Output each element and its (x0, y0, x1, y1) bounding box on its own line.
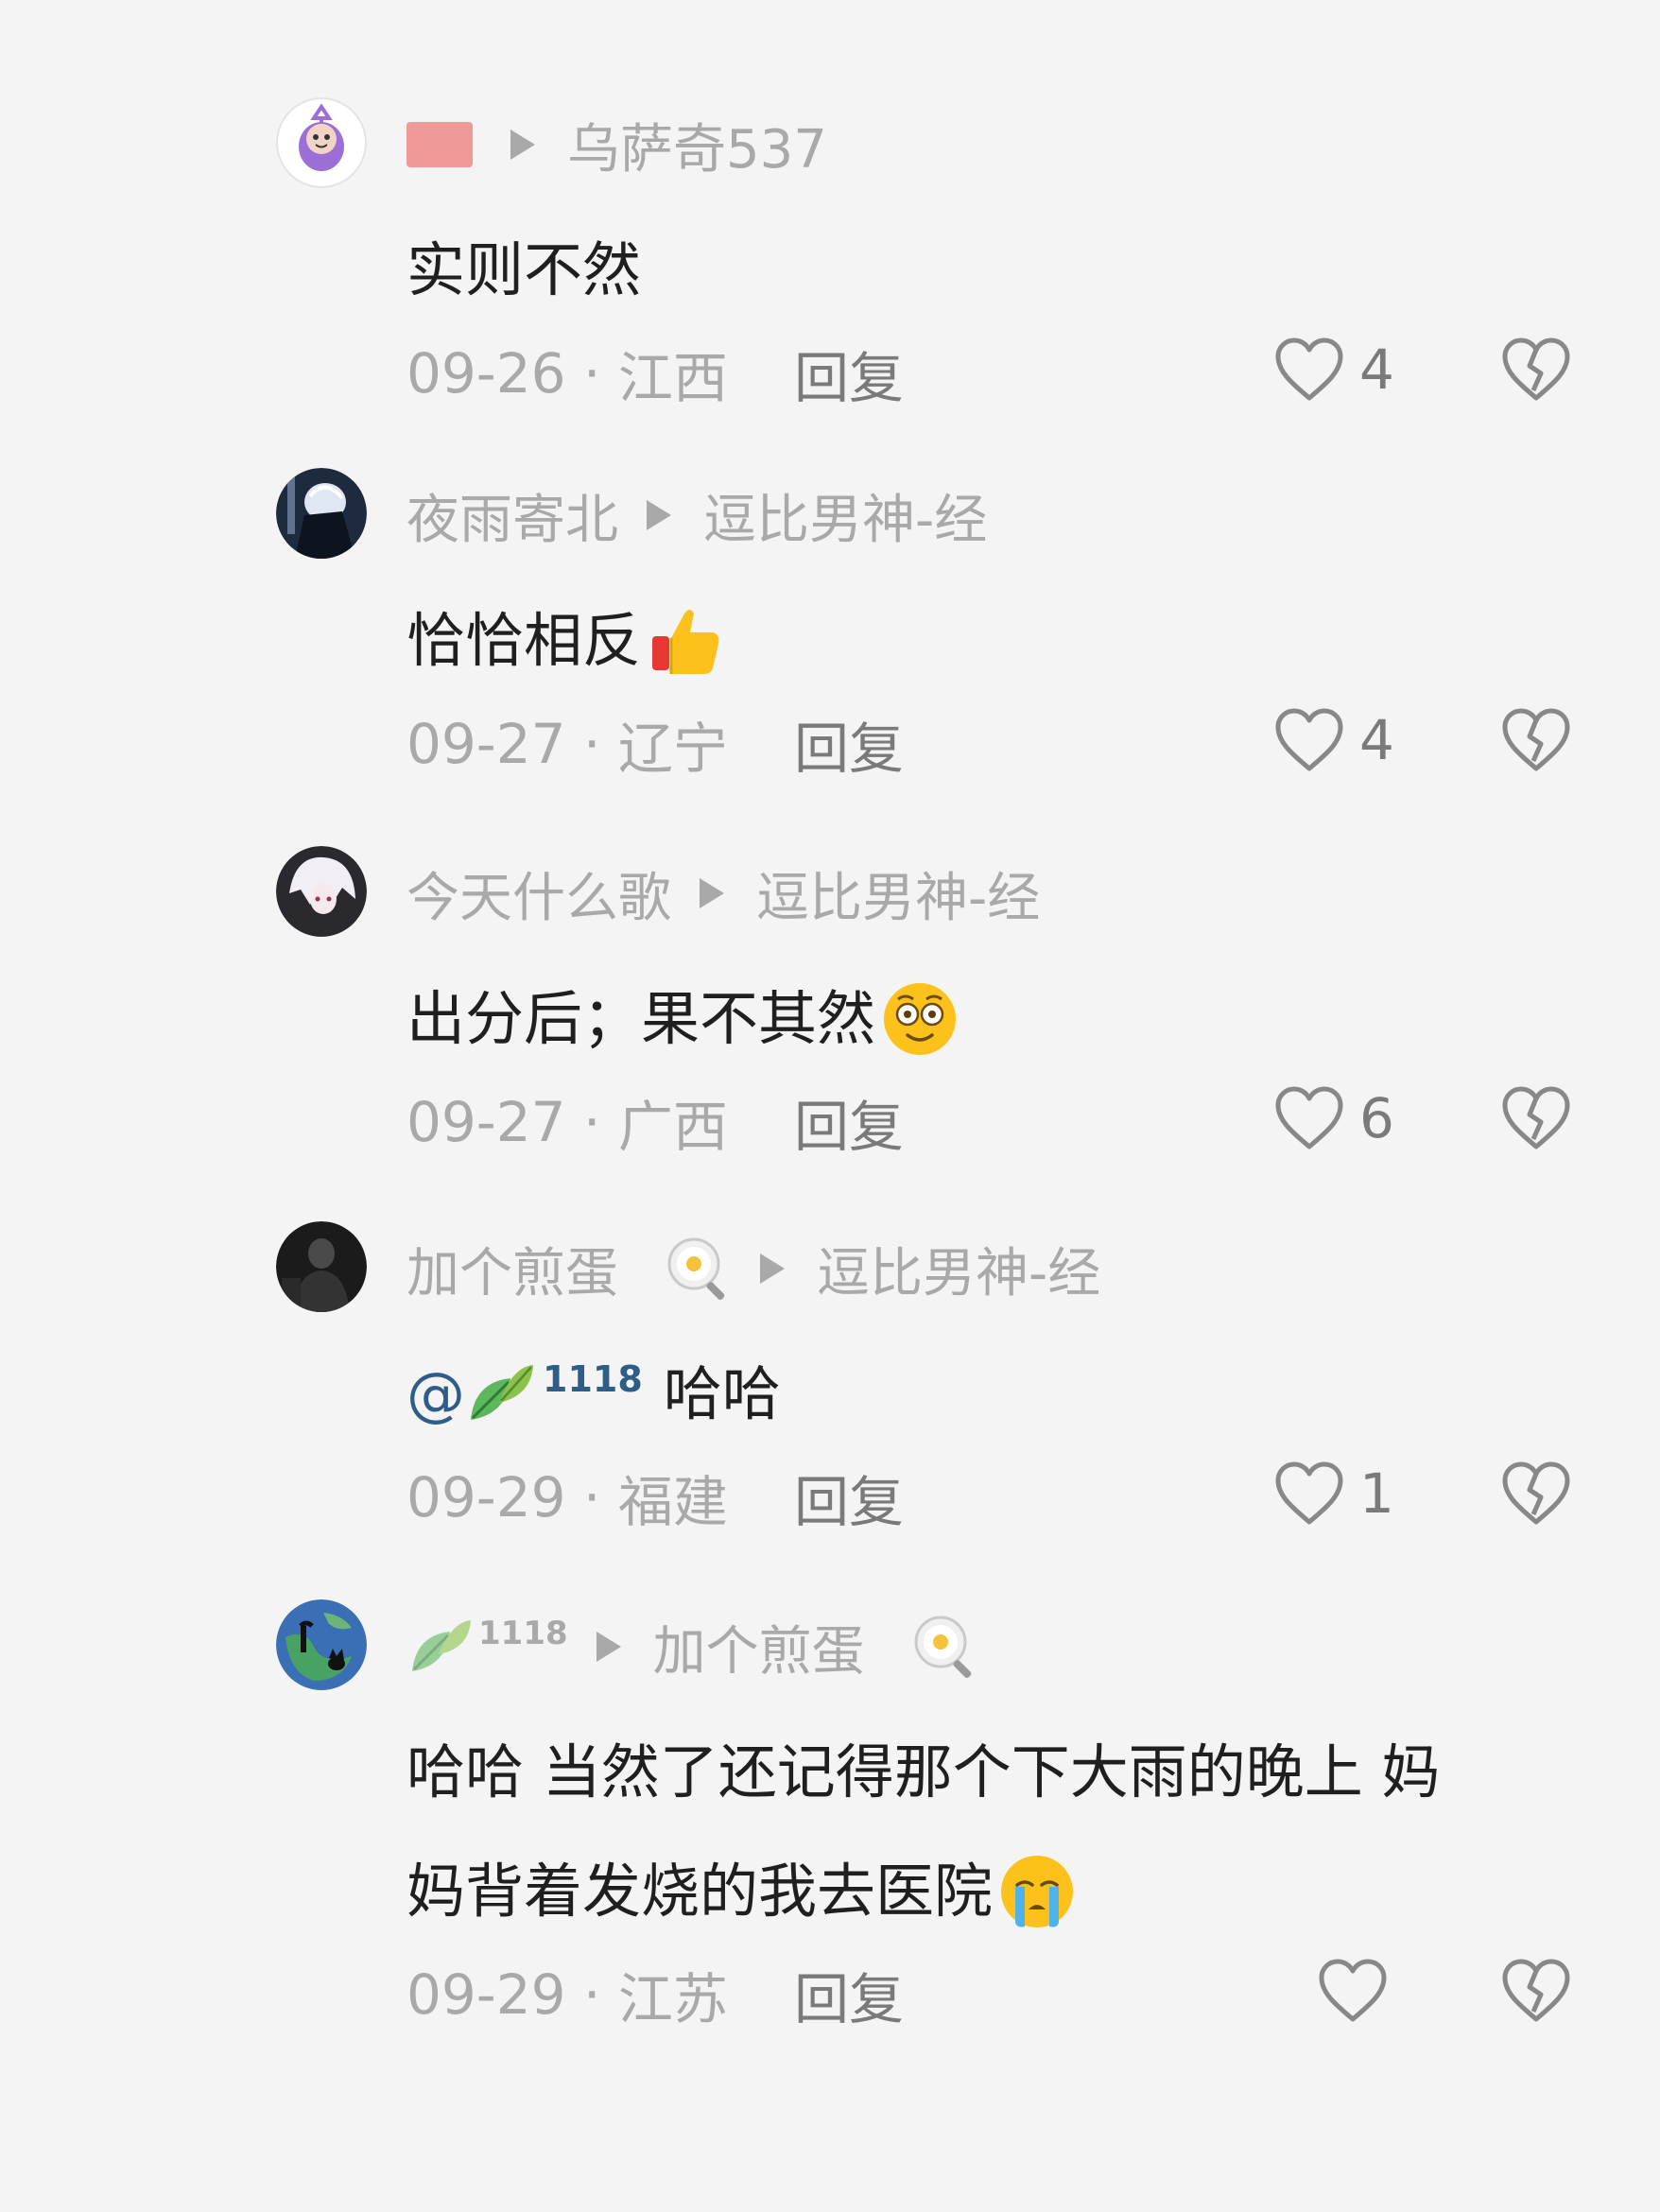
like-count: 4 (1359, 337, 1394, 402)
reply-arrow-icon (760, 1253, 785, 1284)
reply-arrow-icon (596, 1632, 621, 1662)
meta-separator: · (565, 341, 618, 406)
avatar[interactable] (276, 846, 367, 937)
heart-icon (1316, 1957, 1390, 2025)
avatar[interactable] (276, 1599, 367, 1690)
comment-date: 09-29 (406, 1962, 566, 2027)
broken-heart-icon[interactable] (1499, 336, 1573, 404)
comment-body: 恰恰相反 (406, 606, 642, 675)
reply-button[interactable]: 回复 (794, 1082, 904, 1162)
leaf-icon (406, 1616, 475, 1677)
blue-earth-cat-avatar-icon (276, 1599, 367, 1690)
comment-header: 夜雨寄北 逗比男神-经 (406, 481, 987, 551)
mention-at: @ (406, 1359, 465, 1428)
comment-text: 恰恰相反 (406, 581, 724, 700)
heart-icon (1272, 1084, 1346, 1152)
comment-body: 出分后；果不其然 (406, 984, 876, 1053)
comment-location: 福建 (617, 1470, 728, 1534)
fried-egg-pan-icon (666, 1236, 732, 1302)
comment-date: 09-27 (406, 1090, 566, 1154)
mention-number: 1118 (543, 1358, 643, 1400)
reply-to-username[interactable]: 逗比男神-经 (756, 855, 1040, 932)
comment-body-line-1: 哈哈 当然了还记得那个下大雨的晚上 妈 (406, 1737, 1441, 1806)
comment-header: 乌萨奇537 (406, 111, 827, 181)
user-mention[interactable]: @ 1118 (406, 1335, 664, 1454)
comment-body: 实则不然 (406, 235, 642, 304)
comment-date: 09-27 (406, 712, 566, 776)
broken-heart-icon[interactable] (1499, 1084, 1573, 1152)
meta-separator: · (565, 1465, 618, 1529)
thumbs-up-icon (647, 602, 724, 680)
comment-header: 加个煎蛋 逗比男神-经 (406, 1235, 1100, 1305)
comment-body: 哈哈 (663, 1359, 781, 1428)
fried-egg-pan-icon (912, 1614, 978, 1680)
dark-anime-avatar-icon (276, 468, 367, 559)
comment-body-line-2: 妈背着发烧的我去医院 (406, 1832, 1579, 1951)
reply-button[interactable]: 回复 (794, 1458, 904, 1537)
comment-header: 今天什么歌 逗比男神-经 (406, 859, 1040, 929)
like-count: 4 (1359, 708, 1394, 772)
author-username[interactable]: 夜雨寄北 (406, 477, 618, 554)
meta-separator: · (565, 1090, 618, 1154)
dark-figure-avatar-icon (276, 1221, 367, 1312)
avatar[interactable] (276, 468, 367, 559)
heart-icon (1272, 706, 1346, 774)
broken-heart-icon[interactable] (1499, 1957, 1573, 2025)
comment-meta: 09-29 · 江苏 (406, 1955, 728, 2034)
reply-arrow-icon (647, 500, 671, 530)
comment-text: 出分后；果不其然 (406, 959, 959, 1079)
author-username[interactable]: 加个煎蛋 (406, 1231, 618, 1307)
comment-location: 广西 (617, 1095, 728, 1159)
like-button[interactable] (1316, 1953, 1403, 2029)
broken-heart-icon[interactable] (1499, 1460, 1573, 1528)
author-username[interactable]: 今天什么歌 (406, 855, 671, 932)
comment-header: 1118 加个煎蛋 (406, 1613, 978, 1683)
reply-arrow-icon (700, 878, 724, 908)
comment-meta: 09-27 · 广西 (406, 1082, 728, 1162)
like-count: 1 (1359, 1461, 1394, 1526)
avatar[interactable] (276, 97, 367, 188)
leaf-icon (465, 1361, 537, 1427)
avatar[interactable] (276, 1221, 367, 1312)
comment-date: 09-29 (406, 1465, 566, 1529)
china-flag-icon (406, 122, 473, 167)
comment-meta: 09-26 · 江西 (406, 334, 728, 413)
reply-arrow-icon (510, 130, 535, 160)
like-button[interactable]: 4 (1272, 332, 1394, 407)
reply-to-username[interactable]: 逗比男神-经 (703, 477, 987, 554)
comment-meta: 09-27 · 辽宁 (406, 704, 728, 784)
reply-button[interactable]: 回复 (794, 1955, 904, 2034)
reply-to-username[interactable]: 乌萨奇537 (567, 107, 827, 183)
heart-icon (1272, 336, 1346, 404)
comment-meta: 09-29 · 福建 (406, 1458, 728, 1537)
reply-button[interactable]: 回复 (794, 704, 904, 784)
meta-separator: · (565, 1962, 618, 2027)
meta-separator: · (565, 712, 618, 776)
comment-text: 哈哈 当然了还记得那个下大雨的晚上 妈 妈背着发烧的我去医院 (406, 1713, 1579, 1951)
like-count: 6 (1359, 1086, 1394, 1150)
purple-teletubby-avatar-icon (276, 97, 367, 188)
author-number[interactable]: 1118 (478, 1615, 568, 1652)
crying-face-icon (998, 1853, 1076, 1930)
comment-location: 江西 (617, 346, 728, 410)
heart-icon (1272, 1460, 1346, 1528)
comment-text: @ 1118 哈哈 (406, 1335, 781, 1454)
like-button[interactable]: 6 (1272, 1080, 1394, 1156)
broken-heart-icon[interactable] (1499, 706, 1573, 774)
reply-to-username[interactable]: 加个煎蛋 (653, 1609, 865, 1685)
comment-location: 江苏 (617, 1967, 728, 2031)
flushed-face-icon (881, 980, 959, 1058)
comment-text: 实则不然 (406, 211, 641, 330)
comment-location: 辽宁 (617, 717, 728, 781)
comment-date: 09-26 (406, 341, 566, 406)
reply-button[interactable]: 回复 (794, 334, 904, 413)
white-hair-anime-avatar-icon (276, 846, 367, 937)
reply-to-username[interactable]: 逗比男神-经 (817, 1231, 1100, 1307)
like-button[interactable]: 1 (1272, 1456, 1394, 1531)
comment-body-line-2-text: 妈背着发烧的我去医院 (406, 1857, 994, 1926)
like-button[interactable]: 4 (1272, 702, 1394, 778)
